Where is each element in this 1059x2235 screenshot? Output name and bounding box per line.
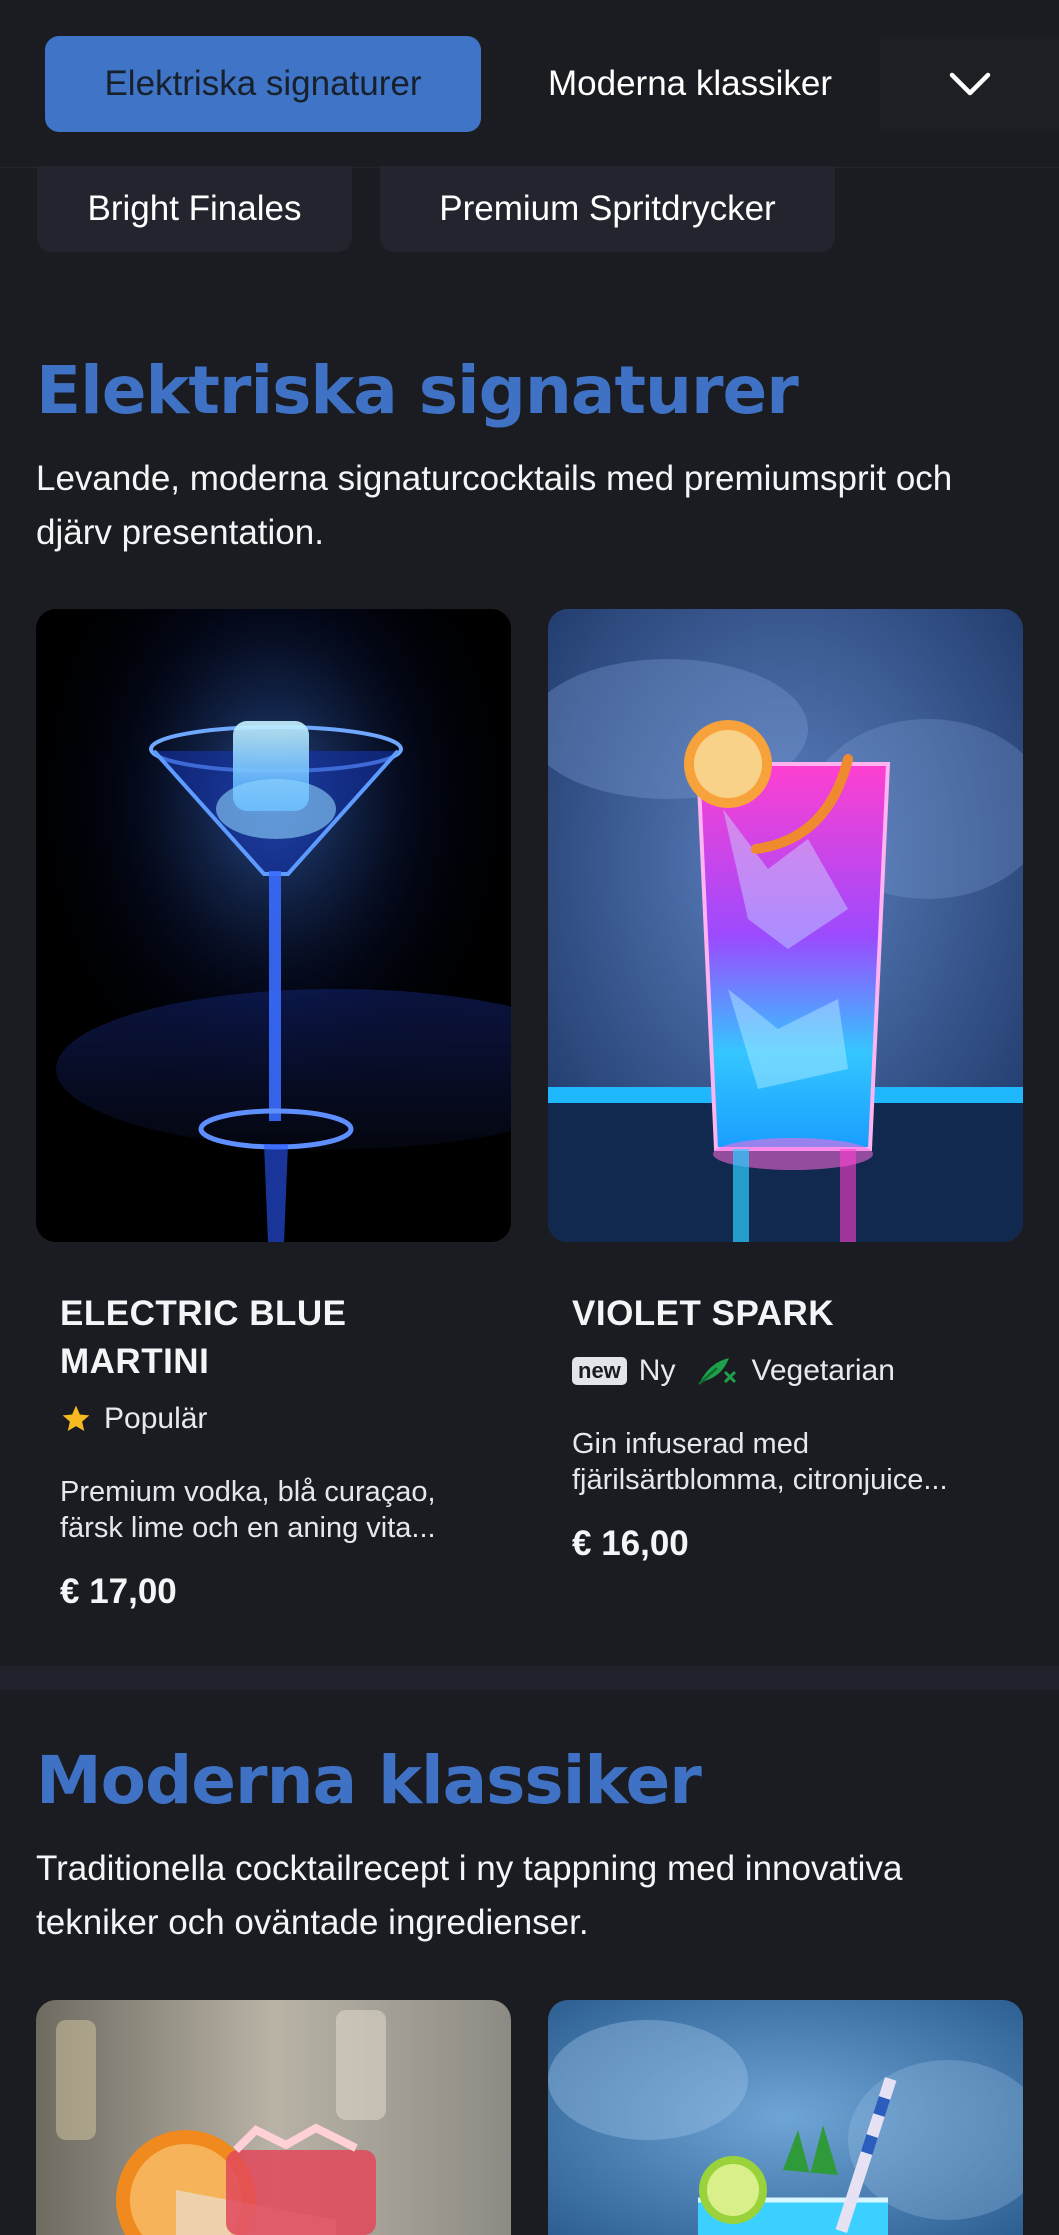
star-icon [62, 1405, 90, 1431]
product-description-line: fjärilsärtblomma, citronjuice... [572, 1464, 948, 1496]
product-image-violet-spark[interactable] [548, 609, 1023, 1242]
section-title: Moderna klassiker [36, 1742, 702, 1819]
section-description: Traditionella cocktailrecept i ny tappni… [36, 1849, 903, 1942]
section-title: Elektriska signaturer [36, 352, 799, 429]
product-description: Gin infuserad med fjärilsärtblomma, citr… [572, 1426, 1002, 1498]
tab-elektriska-signaturer[interactable]: Elektriska signaturer [45, 36, 481, 132]
product-name-line: MARTINI [60, 1342, 210, 1381]
leaf-icon [698, 1358, 737, 1385]
product-name-line: ELECTRIC BLUE [60, 1294, 347, 1333]
tab-label: Moderna klassiker [548, 64, 832, 103]
martini-glass-illustration [36, 609, 511, 1242]
chevron-down-icon [949, 72, 991, 96]
category-dropdown-button[interactable] [880, 36, 1059, 132]
badge-label-new: Ny [638, 1354, 676, 1387]
tab-label: Elektriska signaturer [104, 64, 422, 103]
chip-label: Bright Finales [87, 189, 302, 228]
category-tab-bar: Elektriska signaturer Moderna klassiker [0, 0, 1059, 168]
product-description: Premium vodka, blå curaçao, färsk lime o… [60, 1474, 490, 1546]
highball-glass-illustration [548, 609, 1023, 1242]
chip-premium-spritdrycker[interactable]: Premium Spritdrycker [380, 166, 835, 252]
badge-label-popular: Populär [104, 1402, 208, 1435]
product-badges: new Ny Vegetarian [572, 1354, 895, 1388]
badge-label-vegetarian: Vegetarian [751, 1354, 895, 1387]
product-description-line: Gin infuserad med [572, 1428, 809, 1460]
cocktail-photo-illustration [36, 2000, 511, 2235]
cocktail-photo-illustration [548, 2000, 1023, 2235]
section-description: Levande, moderna signaturcocktails med p… [36, 459, 953, 552]
product-image-modern-classic-2[interactable] [548, 2000, 1023, 2235]
new-tag-icon: new [572, 1357, 627, 1385]
product-price: € 16,00 [572, 1524, 689, 1563]
section-divider [0, 1666, 1059, 1690]
product-name[interactable]: VIOLET SPARK [572, 1290, 834, 1338]
product-description-line: färsk lime och en aning vita... [60, 1512, 436, 1544]
chip-label: Premium Spritdrycker [439, 189, 776, 228]
category-nav: Elektriska signaturer Moderna klassiker … [0, 0, 1059, 252]
product-image-electric-blue-martini[interactable] [36, 609, 511, 1242]
product-badges: Populär [60, 1402, 207, 1436]
chip-bright-finales[interactable]: Bright Finales [37, 166, 352, 252]
product-price: € 17,00 [60, 1572, 177, 1611]
product-image-modern-classic-1[interactable] [36, 2000, 511, 2235]
tab-moderna-klassiker[interactable]: Moderna klassiker [520, 36, 895, 132]
product-name[interactable]: ELECTRIC BLUE MARTINI [60, 1290, 347, 1386]
product-description-line: Premium vodka, blå curaçao, [60, 1476, 436, 1508]
